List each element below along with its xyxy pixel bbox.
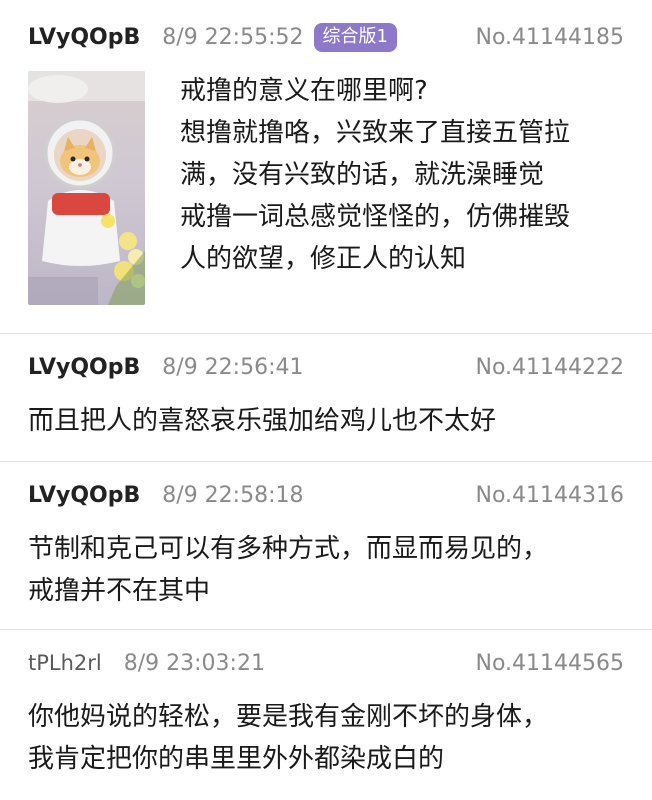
post-header: LVyQOpB 8/9 22:56:41 No.41144222 [28, 334, 624, 400]
content-line: 满，没有兴致的话，就洗澡睡觉 [180, 160, 545, 190]
post-time: 8/9 23:03:21 [123, 650, 265, 676]
post-content: 而且把人的喜怒哀乐强加给鸡儿也不太好 [28, 400, 624, 442]
post-header: LVyQOpB 8/9 22:55:52 综合版1 No.41144185 [28, 0, 624, 74]
content-line: 人的欲望，修正人的认知 [180, 244, 467, 274]
post[interactable]: LVyQOpB 8/9 22:56:41 No.41144222 而且把人的喜怒… [0, 334, 652, 462]
post-time: 8/9 22:56:41 [162, 354, 304, 380]
user-id[interactable]: LVyQOpB [28, 483, 140, 508]
post[interactable]: tPLh2rl 8/9 23:03:21 No.41144565 你他妈说的轻松… [0, 630, 652, 800]
content-line: 戒撸的意义在哪里啊? [180, 76, 428, 106]
user-id[interactable]: LVyQOpB [28, 355, 140, 380]
post-time: 8/9 22:55:52 [162, 24, 304, 50]
content-line: 而且把人的喜怒哀乐强加给鸡儿也不太好 [28, 406, 497, 436]
post[interactable]: LVyQOpB 8/9 22:58:18 No.41144316 节制和克己可以… [0, 462, 652, 630]
content-line: 想撸就撸咯，兴致来了直接五管拉 [180, 118, 571, 148]
post-number[interactable]: No.41144565 [476, 651, 625, 676]
post-thumbnail[interactable] [28, 71, 145, 305]
content-line: 戒撸并不在其中 [28, 576, 211, 606]
post-header: tPLh2rl 8/9 23:03:21 No.41144565 [28, 630, 624, 696]
content-line: 戒撸一词总感觉怪怪的，仿佛摧毁 [180, 202, 571, 232]
post-number[interactable]: No.41144222 [476, 355, 625, 380]
post-content: 戒撸的意义在哪里啊? 想撸就撸咯，兴致来了直接五管拉 满，没有兴致的话，就洗澡睡… [180, 70, 570, 305]
user-id[interactable]: tPLh2rl [28, 651, 102, 675]
post-number[interactable]: No.41144185 [476, 25, 625, 50]
content-line: 节制和克己可以有多种方式，而显而易见的， [28, 534, 549, 564]
post-content: 节制和克己可以有多种方式，而显而易见的， 戒撸并不在其中 [28, 528, 624, 612]
post[interactable]: LVyQOpB 8/9 22:55:52 综合版1 No.41144185 戒撸… [0, 0, 652, 334]
board-badge[interactable]: 综合版1 [313, 22, 397, 52]
post-body: 戒撸的意义在哪里啊? 想撸就撸咯，兴致来了直接五管拉 满，没有兴致的话，就洗澡睡… [28, 71, 624, 305]
astronaut-cat-photo-icon [28, 71, 145, 305]
post-content: 你他妈说的轻松，要是我有金刚不坏的身体， 我肯定把你的串里里外外都染成白的 [28, 696, 624, 780]
user-id[interactable]: LVyQOpB [28, 25, 140, 50]
post-header: LVyQOpB 8/9 22:58:18 No.41144316 [28, 462, 624, 528]
post-number[interactable]: No.41144316 [476, 483, 625, 508]
thread-page: LVyQOpB 8/9 22:55:52 综合版1 No.41144185 戒撸… [0, 0, 652, 800]
content-line: 我肯定把你的串里里外外都染成白的 [28, 744, 445, 774]
post-time: 8/9 22:58:18 [162, 482, 304, 508]
content-line: 你他妈说的轻松，要是我有金刚不坏的身体， [28, 702, 549, 732]
